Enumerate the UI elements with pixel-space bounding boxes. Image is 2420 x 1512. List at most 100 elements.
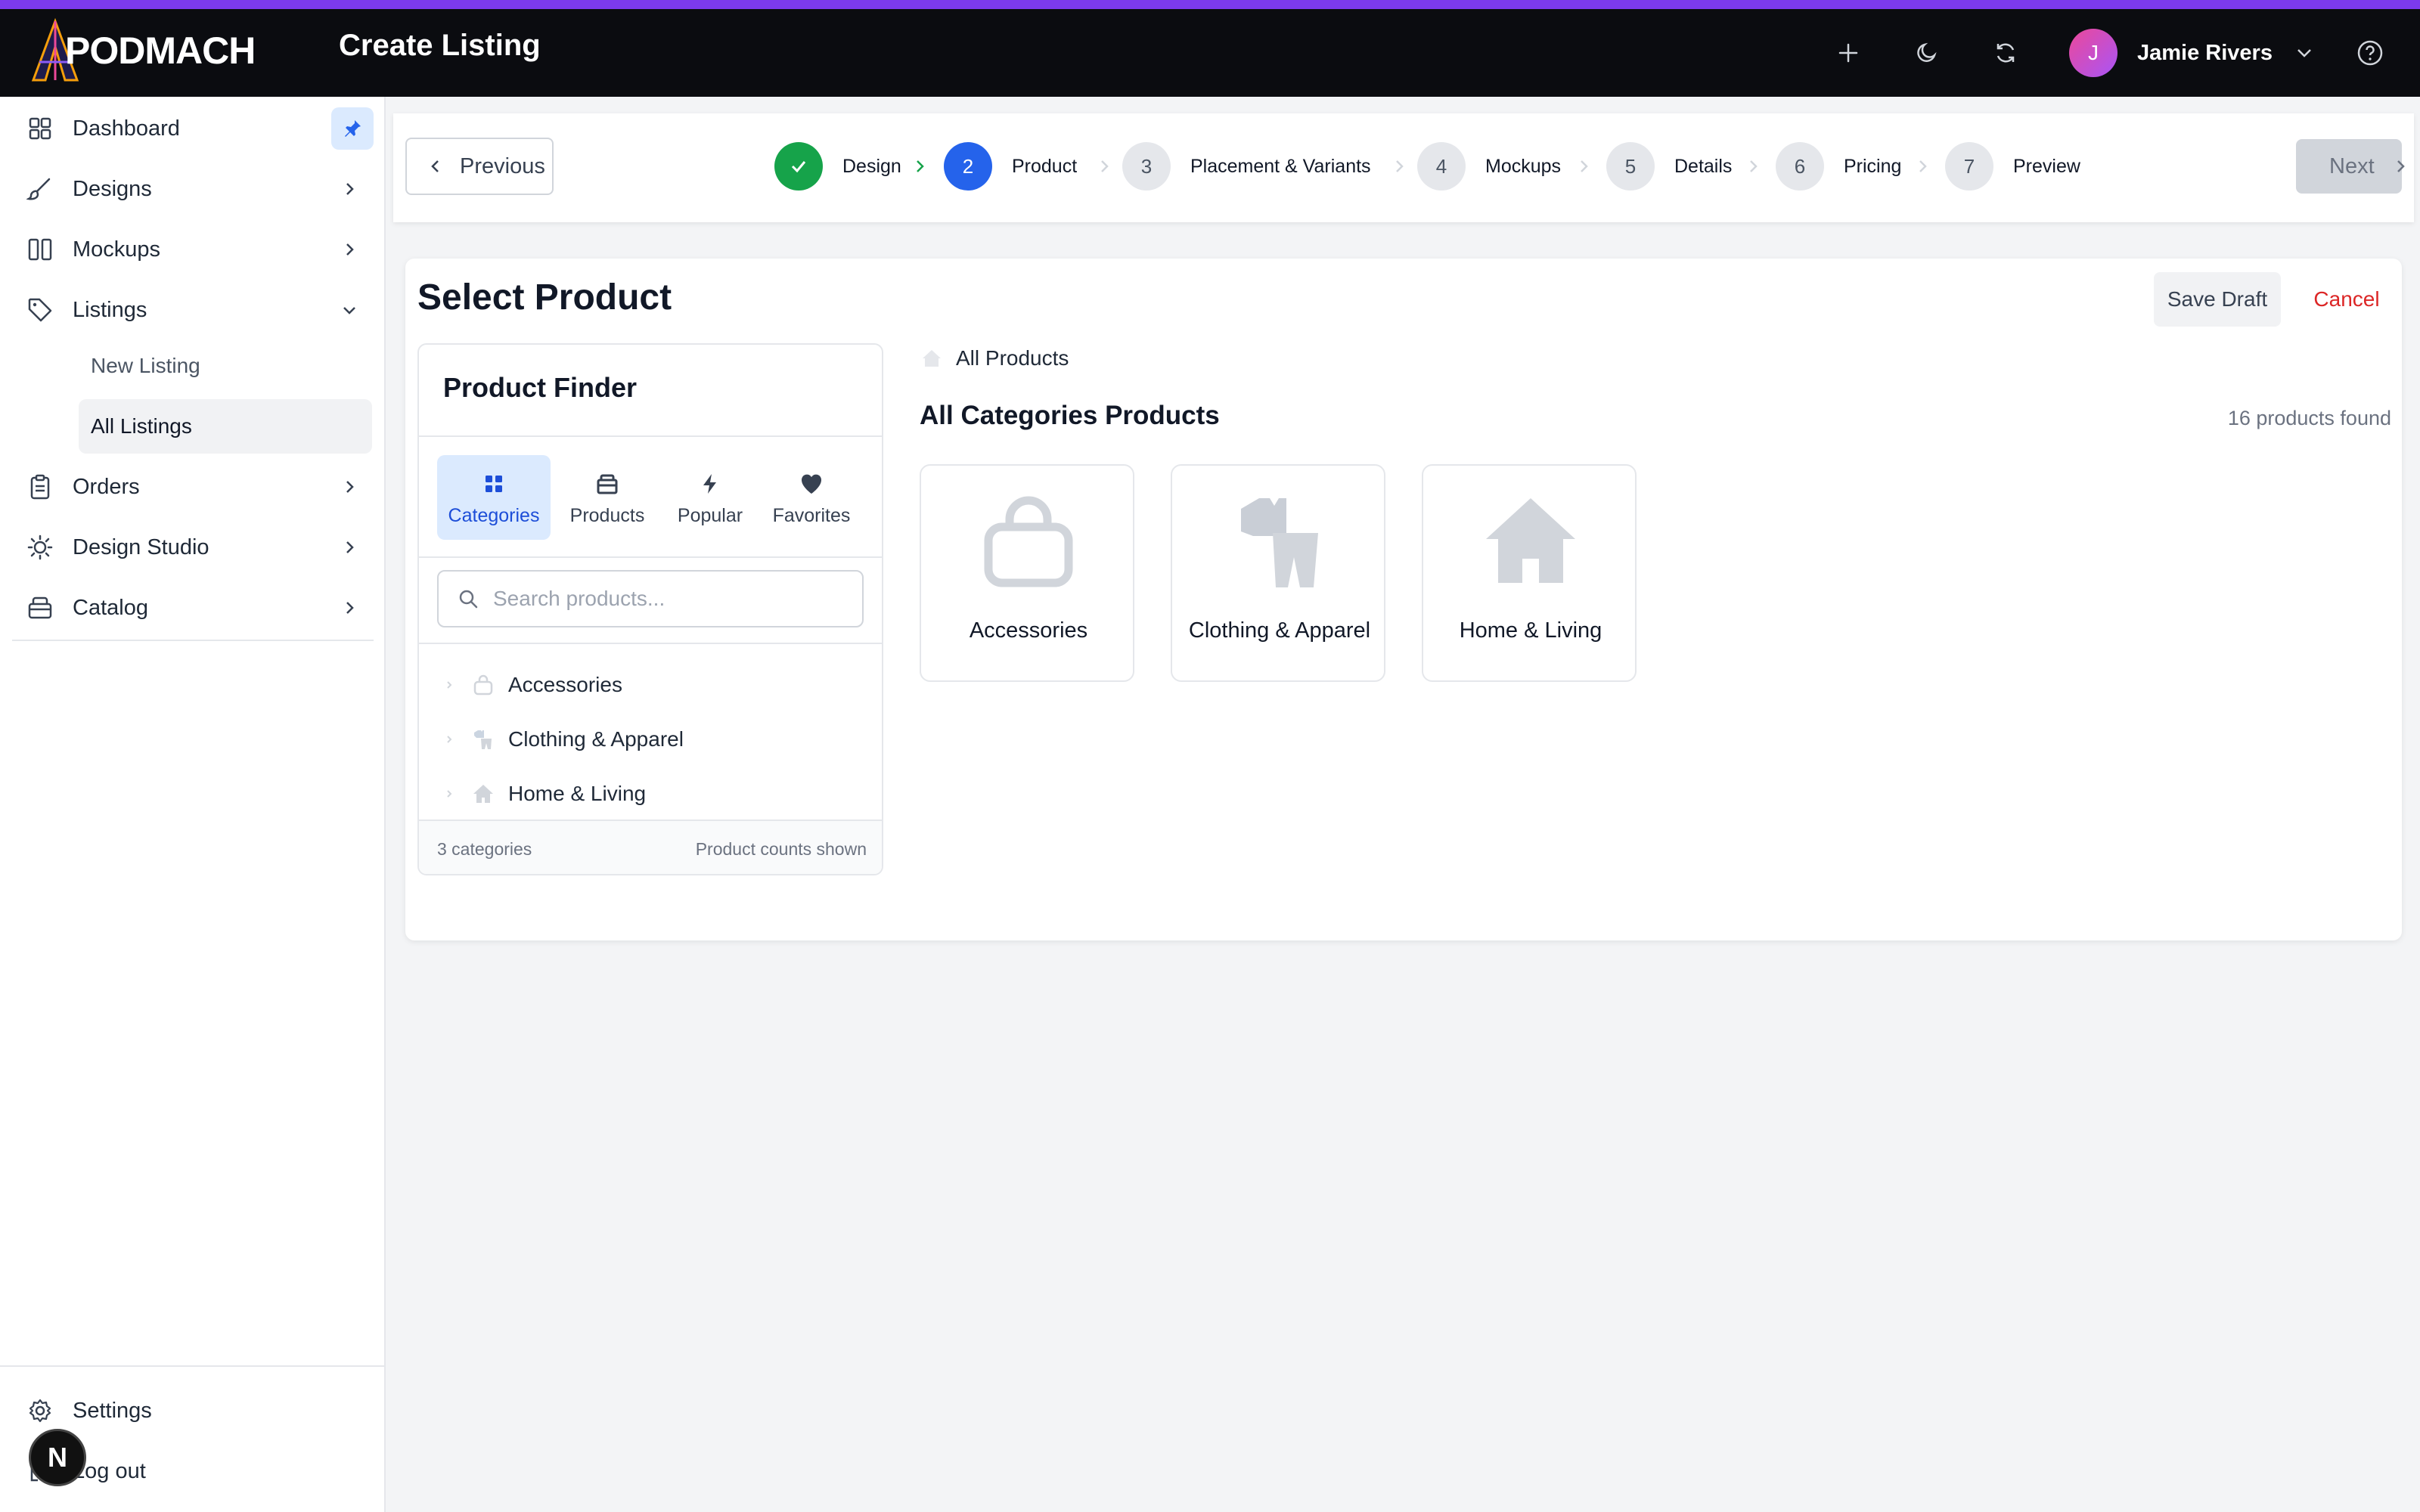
product-finder-footer: 3 categories Product counts shown: [419, 820, 882, 874]
bolt-icon: [699, 469, 721, 499]
step-label: Details: [1674, 155, 1733, 177]
box-icon: [595, 469, 619, 499]
brand-logo[interactable]: PODMACH: [29, 17, 256, 85]
step-label: Product: [1012, 155, 1078, 177]
next-button-label: Next: [2329, 153, 2375, 178]
save-draft-button[interactable]: Save Draft: [2154, 272, 2281, 327]
chevron-right-icon: [1094, 156, 1115, 177]
previous-button[interactable]: Previous: [405, 138, 554, 195]
sidebar-item-catalog[interactable]: Catalog: [0, 581, 386, 635]
category-card-label: Accessories: [969, 618, 1088, 643]
user-menu[interactable]: J Jamie Rivers: [2069, 24, 2315, 82]
step-preview[interactable]: 7 Preview: [1945, 142, 2080, 191]
step-number: 6: [1776, 142, 1824, 191]
category-card-clothing-apparel[interactable]: Clothing & Apparel: [1171, 464, 1385, 682]
divider: [419, 435, 882, 437]
tree-item-label: Clothing & Apparel: [508, 727, 684, 751]
dev-badge[interactable]: N: [29, 1429, 86, 1486]
sidebar-divider: [0, 1365, 386, 1367]
step-number: 7: [1945, 142, 1993, 191]
chevron-down-icon: [334, 295, 365, 325]
sidebar-subitem-new-listing[interactable]: New Listing: [79, 339, 372, 393]
pin-button[interactable]: [331, 107, 374, 150]
sidebar-item-label: Settings: [73, 1398, 152, 1423]
category-card-label: Home & Living: [1459, 618, 1602, 643]
chevron-right-icon[interactable]: [442, 786, 457, 801]
sidebar-item-listings[interactable]: Listings: [0, 283, 386, 337]
search-icon: [459, 590, 478, 609]
chevron-right-icon: [334, 472, 365, 502]
help-icon[interactable]: [2350, 33, 2390, 73]
breadcrumb-label: All Products: [956, 346, 1069, 370]
accent-strip: [0, 0, 2420, 9]
chevron-left-icon: [431, 160, 439, 172]
tab-label: Popular: [677, 504, 743, 526]
select-product-card: Select Product Save Draft Cancel Product…: [405, 259, 2402, 940]
sidebar-item-mockups[interactable]: Mockups: [0, 222, 386, 277]
sidebar-item-designs[interactable]: Designs: [0, 162, 386, 216]
home-icon: [470, 781, 496, 807]
sidebar-item-label: Designs: [73, 176, 152, 201]
wizard-stepper: Previous Design 2 Product 3 Placement & …: [393, 113, 2414, 222]
step-design[interactable]: Design: [774, 142, 901, 191]
sidebar-item-label: Design Studio: [73, 534, 209, 559]
tab-popular[interactable]: Popular: [653, 455, 767, 540]
chevron-right-icon: [1912, 156, 1933, 177]
sidebar-item-label: Orders: [73, 474, 140, 499]
chevron-down-icon: [2297, 49, 2311, 57]
cancel-button[interactable]: Cancel: [2297, 272, 2396, 327]
breadcrumb[interactable]: All Products: [920, 343, 1069, 373]
step-placement-variants[interactable]: 3 Placement & Variants: [1122, 142, 1371, 191]
sidebar-item-label: Listings: [73, 297, 147, 322]
plus-icon[interactable]: [1829, 33, 1868, 73]
sidebar-subitem-all-listings[interactable]: All Listings: [79, 399, 372, 454]
search-input[interactable]: [493, 587, 849, 611]
tab-label: Favorites: [772, 504, 851, 526]
tab-categories[interactable]: Categories: [437, 455, 551, 540]
chevron-right-icon: [334, 174, 365, 204]
section-title: Select Product: [417, 277, 672, 318]
grid-title: All Categories Products: [920, 401, 1220, 430]
next-button[interactable]: Next: [2296, 139, 2405, 194]
step-label: Design: [842, 155, 901, 177]
step-number: 4: [1417, 142, 1466, 191]
chevron-right-icon: [334, 532, 365, 562]
search-field[interactable]: [437, 570, 864, 627]
divider: [419, 556, 882, 558]
sidebar-item-design-studio[interactable]: Design Studio: [0, 520, 386, 575]
category-card-label: Clothing & Apparel: [1188, 618, 1371, 643]
step-mockups[interactable]: 4 Mockups: [1417, 142, 1561, 191]
tree-item-clothing-apparel[interactable]: Clothing & Apparel: [419, 712, 882, 767]
chevron-right-icon: [334, 593, 365, 623]
tab-label: Categories: [448, 504, 540, 526]
sidebar-item-dashboard[interactable]: Dashboard: [0, 101, 386, 156]
step-label: Placement & Variants: [1190, 155, 1371, 177]
chevron-right-icon[interactable]: [442, 677, 457, 692]
chevron-right-icon: [2391, 157, 2409, 175]
product-finder-panel: Product Finder Categories Products Popul…: [417, 343, 883, 875]
chevron-right-icon[interactable]: [442, 732, 457, 747]
moon-icon[interactable]: [1907, 33, 1947, 73]
step-pricing[interactable]: 6 Pricing: [1776, 142, 1901, 191]
tab-products[interactable]: Products: [551, 455, 664, 540]
columns-icon: [24, 234, 56, 265]
sidebar-item-label: Mockups: [73, 237, 161, 262]
tree-item-accessories[interactable]: Accessories: [419, 658, 882, 712]
category-card-home-living[interactable]: Home & Living: [1422, 464, 1637, 682]
pin-icon: [345, 120, 361, 137]
tab-label: Products: [569, 504, 645, 526]
chevron-right-icon: [1742, 156, 1764, 177]
category-card-accessories[interactable]: Accessories: [920, 464, 1134, 682]
sidebar-item-orders[interactable]: Orders: [0, 460, 386, 514]
tab-favorites[interactable]: Favorites: [755, 455, 868, 540]
avatar: J: [2069, 29, 2118, 77]
step-label: Pricing: [1844, 155, 1902, 177]
tree-item-home-living[interactable]: Home & Living: [419, 767, 882, 821]
step-details[interactable]: 5 Details: [1606, 142, 1732, 191]
clipboard-icon: [24, 471, 56, 503]
shirt-icon: [470, 727, 496, 752]
refresh-icon[interactable]: [1986, 33, 2025, 73]
sidebar-divider: [12, 640, 374, 641]
step-product[interactable]: 2 Product: [944, 142, 1077, 191]
brush-icon: [24, 173, 56, 205]
